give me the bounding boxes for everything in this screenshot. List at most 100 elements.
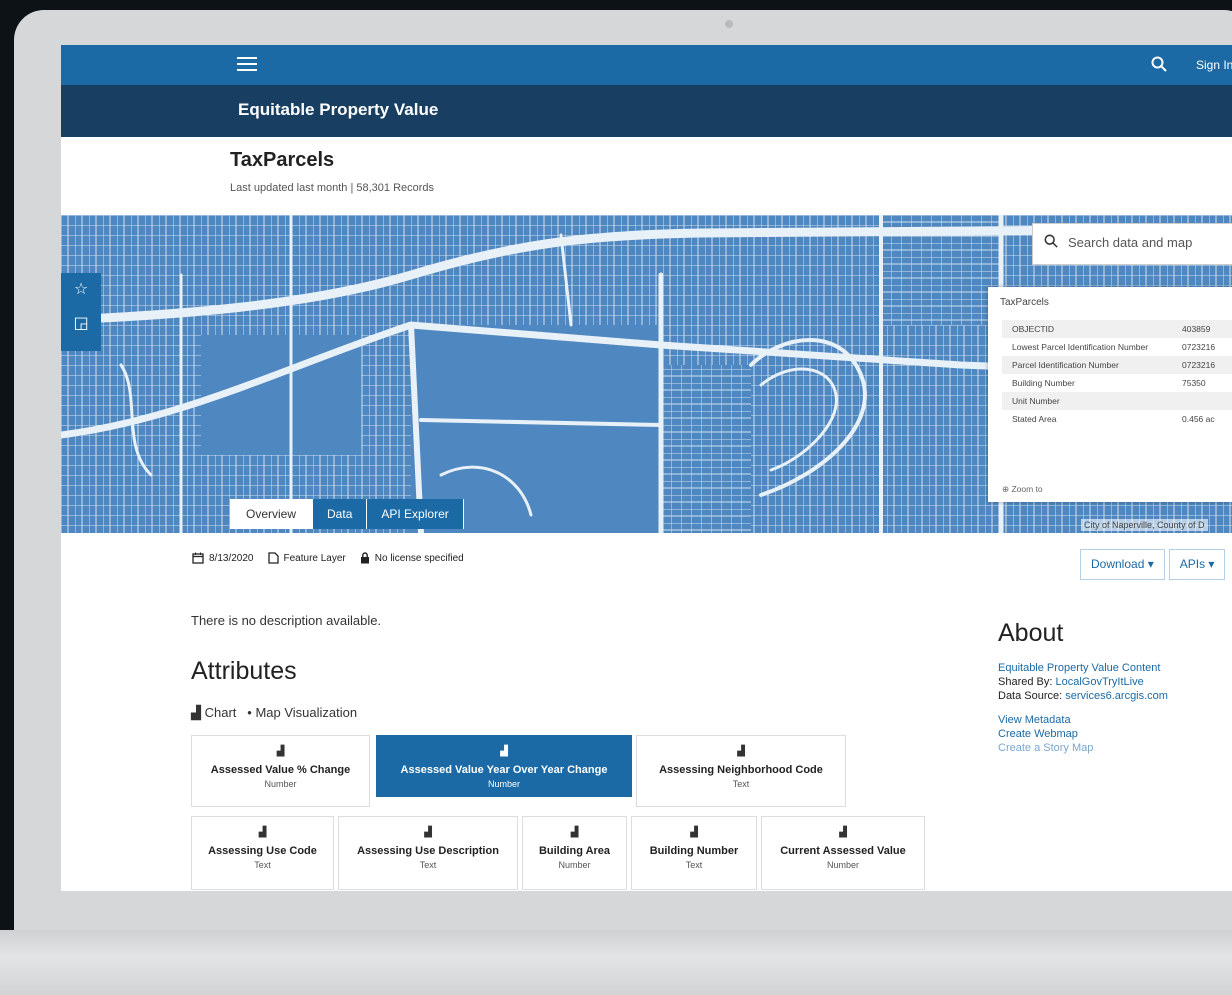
attribute-name: Assessing Use Description [357, 845, 499, 857]
attribute-card[interactable]: ▟ Assessed Value % Change Number [191, 735, 370, 807]
layer-subtitle: Last updated last month | 58,301 Records [230, 182, 435, 194]
attribute-type: Text [732, 779, 750, 789]
attribute-name: Current Assessed Value [780, 845, 906, 857]
map-dot-icon: • [247, 705, 252, 720]
attribute-card[interactable]: ▟ Current Assessed Value Number [761, 816, 925, 890]
about-heading: About [998, 619, 1064, 647]
star-icon[interactable]: ☆ [61, 273, 101, 307]
about-panel: About Equitable Property Value Content S… [998, 619, 1168, 754]
tab-data[interactable]: Data [313, 499, 368, 529]
attributes-legend: ▟ Chart • Map Visualization [191, 705, 357, 721]
layer-description: There is no description available. [191, 613, 382, 628]
download-button[interactable]: Download ▾ [1080, 549, 1165, 580]
content-link[interactable]: Equitable Property Value Content [998, 662, 1160, 674]
map-search-input[interactable]: Search data and map [1032, 223, 1232, 265]
table-row: Lowest Parcel Identification Number 07232… [1002, 338, 1232, 356]
date-text: 8/13/2020 [209, 552, 254, 564]
zoom-to-link[interactable]: ⊕ Zoom to [1002, 484, 1043, 495]
legend-chart: Chart [204, 705, 237, 720]
attribute-type: Number [558, 860, 591, 870]
field-value: 0.456 ac [1182, 414, 1215, 424]
calendar-icon [192, 552, 204, 564]
license-text: No license specified [374, 552, 464, 564]
apis-button[interactable]: APIs ▾ [1168, 549, 1226, 580]
create-story-map-link[interactable]: Create a Story Map [998, 742, 1093, 754]
source-label: Data Source: [998, 690, 1063, 702]
attribute-type: Text [685, 860, 703, 870]
search-placeholder: Search data and map [1068, 235, 1193, 250]
search-icon[interactable] [1151, 56, 1167, 72]
browser-screen: Sign In Equitable Property Value TaxParc… [61, 45, 1232, 891]
table-row: Unit Number [1002, 392, 1232, 410]
popup-table: OBJECTID 403859 Lowest Parcel Identificat… [1002, 320, 1232, 428]
chart-icon: ▟ [500, 746, 508, 757]
table-row: Parcel Identification Number 0723216 [1002, 356, 1232, 374]
attribute-type: Number [487, 779, 520, 789]
file-icon [267, 552, 279, 564]
field-value: 75350 [1182, 378, 1206, 388]
top-nav-bar: Sign In [61, 45, 1232, 85]
page-title: TaxParcels [230, 149, 335, 171]
field-value: 403859 [1172, 320, 1232, 338]
attribute-card[interactable]: ▟ Assessing Use Description Text [338, 816, 518, 890]
view-metadata-link[interactable]: View Metadata [998, 714, 1071, 726]
camera-dot [725, 20, 733, 28]
attribute-card-selected[interactable]: ▟ Assessed Value Year Over Year Change N… [376, 735, 632, 797]
field-name: Parcel Identification Number [1002, 356, 1172, 374]
chart-icon: ▟ [424, 827, 432, 838]
attribute-name: Assessed Value % Change [210, 764, 351, 776]
attribute-card[interactable]: ▟ Assessing Use Code Text [191, 816, 334, 890]
attribute-name: Building Area [538, 845, 611, 857]
attribute-type: Number [826, 860, 859, 870]
field-value [1172, 392, 1232, 410]
zoom-to-label: Zoom to [1011, 484, 1043, 494]
tab-api-explorer[interactable]: API Explorer [367, 499, 464, 529]
attribute-type: Text [419, 860, 437, 870]
attribute-type: Number [264, 779, 297, 789]
shared-by-label: Shared By: [998, 676, 1053, 688]
shared-by-link[interactable]: LocalGovTryItLive [1055, 676, 1143, 688]
legend-icon[interactable]: ◲ [61, 307, 101, 341]
action-buttons: Download ▾ APIs ▾ [1080, 549, 1229, 580]
table-row: OBJECTID 403859 [1002, 320, 1232, 338]
type-text: Feature Layer [283, 552, 346, 564]
chart-icon: ▟ [570, 827, 579, 838]
chart-icon: ▟ [737, 746, 745, 757]
source-link[interactable]: services6.arcgis.com [1065, 690, 1168, 702]
lock-icon [360, 552, 369, 564]
meta-date: 8/13/2020 [192, 552, 254, 564]
attribute-name: Building Number [649, 845, 739, 857]
attribute-card[interactable]: ▟ Building Area Number [522, 816, 627, 890]
chart-icon: ▟ [191, 705, 201, 720]
map-popup: TaxParcels OBJECTID 403859 Lowest Parcel … [988, 287, 1232, 502]
field-name: Lowest Parcel Identification Number [1012, 342, 1149, 352]
meta-type: Feature Layer [267, 552, 346, 564]
field-value: 0723216 [1172, 356, 1232, 374]
table-row: Stated Area 0.456 ac [1002, 410, 1232, 428]
field-name: OBJECTID [1002, 320, 1172, 338]
meta-license: No license specified [360, 552, 464, 564]
attribute-card[interactable]: ▟ Building Number Text [631, 816, 757, 890]
chart-icon: ▟ [839, 827, 847, 838]
table-row: Building Number 75350 [1002, 374, 1232, 392]
attribute-card[interactable]: ▟ Assessing Neighborhood Code Text [636, 735, 846, 807]
tab-overview[interactable]: Overview [230, 499, 314, 529]
attribute-name: Assessing Use Code [208, 845, 317, 857]
attribute-name: Assessing Neighborhood Code [659, 764, 823, 776]
search-icon [1044, 234, 1058, 248]
layer-header: TaxParcels Last updated last month | 58,… [230, 149, 434, 194]
field-name: Building Number [1012, 378, 1075, 388]
laptop-base [0, 930, 1232, 995]
field-value: 0723216 [1182, 342, 1216, 352]
layer-tabs: Overview Data API Explorer [230, 499, 464, 529]
map-side-toolbar: ☆ ◲ [61, 273, 101, 351]
layer-meta: 8/13/2020 Feature Layer No license speci… [192, 552, 478, 564]
site-header: Equitable Property Value [61, 85, 1232, 137]
sign-in-link[interactable]: Sign In [1196, 58, 1232, 72]
menu-icon[interactable] [237, 54, 257, 74]
site-title[interactable]: Equitable Property Value [238, 100, 438, 120]
field-name: Unit Number [1002, 392, 1172, 410]
field-name: Stated Area [1012, 414, 1057, 424]
chart-icon: ▟ [276, 746, 285, 757]
create-webmap-link[interactable]: Create Webmap [998, 728, 1078, 740]
